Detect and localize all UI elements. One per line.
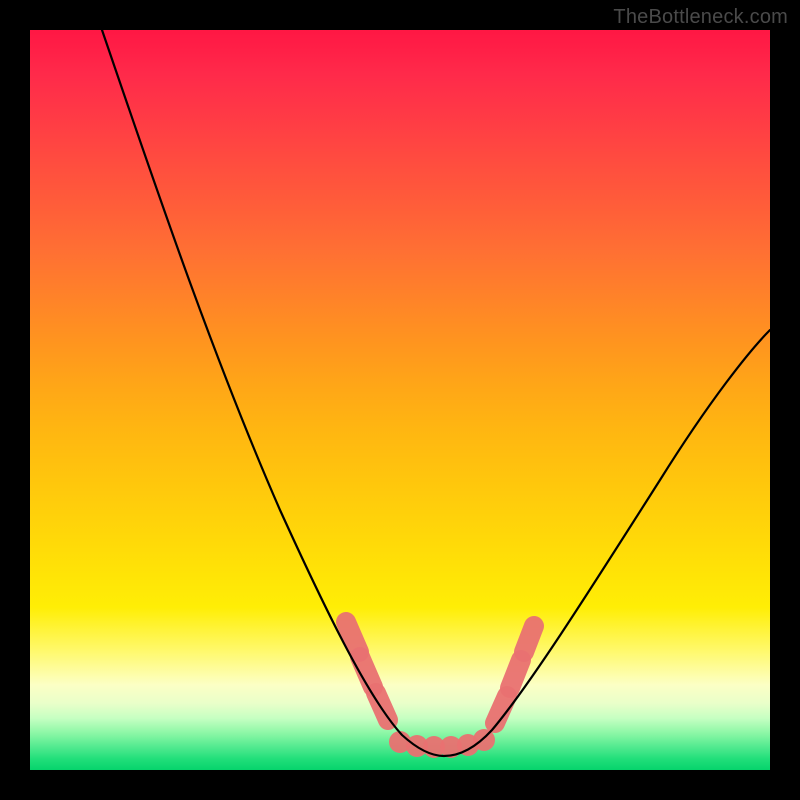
watermark-text: TheBottleneck.com [613, 6, 788, 29]
bottleneck-curve [102, 30, 770, 756]
marker-capsule [510, 660, 521, 688]
chart-frame: TheBottleneck.com [0, 0, 800, 800]
marker-capsule [524, 626, 534, 652]
marker-group [346, 622, 534, 758]
plot-area [30, 30, 770, 770]
bottleneck-curve-svg [30, 30, 770, 770]
